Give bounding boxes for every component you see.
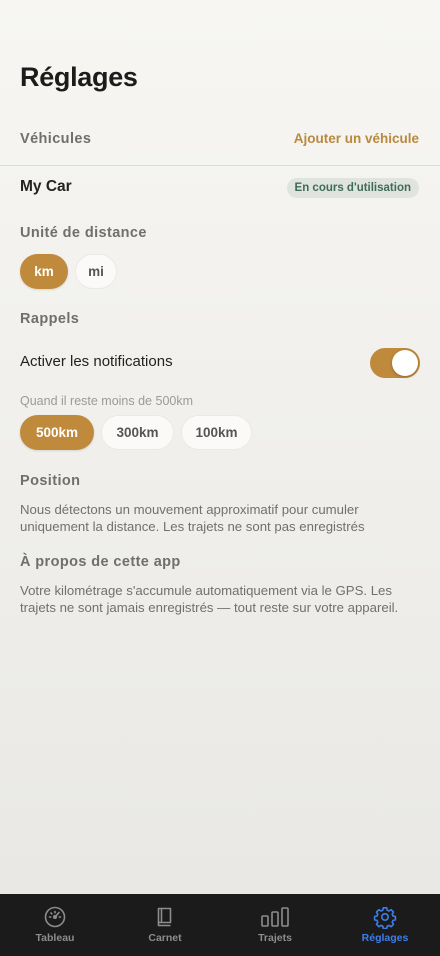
threshold-option-500km[interactable]: 500km (20, 415, 94, 450)
unit-option-mi[interactable]: mi (75, 254, 117, 289)
status-badge: En cours d'utilisation (286, 178, 419, 198)
toggle-knob (392, 350, 418, 376)
book-icon (157, 907, 172, 927)
about-section-label: À propos de cette app (20, 554, 181, 570)
about-description: Votre kilométrage s'accumule automatique… (20, 583, 399, 615)
tab-carnet[interactable]: Carnet (110, 894, 220, 956)
bar-chart-icon (261, 907, 289, 927)
page-title: Réglages (20, 62, 138, 92)
tab-tableau[interactable]: Tableau (0, 894, 110, 956)
notifications-toggle[interactable] (370, 348, 420, 378)
vehicles-section-label: Véhicules (20, 131, 92, 147)
threshold-option-100km[interactable]: 100km (181, 415, 252, 450)
reminders-section-label: Rappels (20, 311, 80, 327)
tab-reglages[interactable]: Réglages (330, 894, 440, 956)
add-vehicle-button[interactable]: Ajouter un véhicule (294, 131, 419, 146)
divider (0, 165, 440, 166)
gauge-icon (44, 906, 66, 928)
distance-unit-section-label: Unité de distance (20, 225, 147, 241)
tab-label: Tableau (35, 932, 75, 944)
vehicle-name[interactable]: My Car (20, 178, 72, 196)
tab-label: Carnet (148, 932, 182, 944)
position-description: Nous détectons un mouvement approximatif… (20, 502, 365, 534)
tab-label: Réglages (361, 932, 409, 944)
unit-option-km[interactable]: km (20, 254, 68, 289)
threshold-option-300km[interactable]: 300km (101, 415, 174, 450)
tab-label: Trajets (258, 932, 292, 944)
tab-bar: Tableau Carnet Trajets Réglages (0, 894, 440, 956)
tab-trajets[interactable]: Trajets (220, 894, 330, 956)
threshold-label: Quand il reste moins de 500km (20, 394, 194, 408)
position-section-label: Position (20, 473, 81, 489)
notifications-label: Activer les notifications (20, 353, 173, 370)
gear-icon (373, 907, 397, 929)
